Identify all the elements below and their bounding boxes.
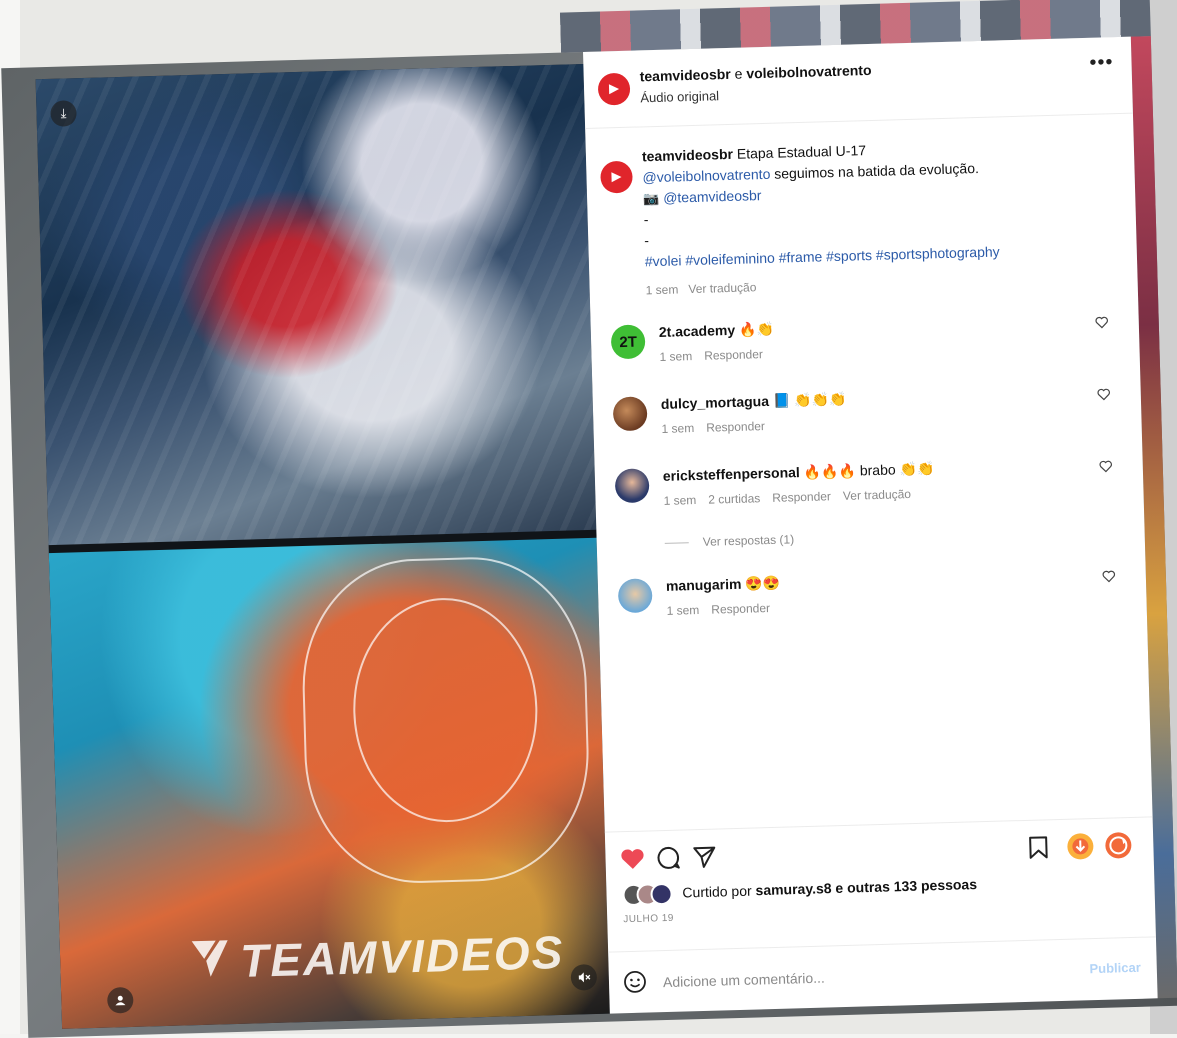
comment: ericksteffenpersonal 🔥🔥🔥 brabo 👏👏 1 sem 2… — [607, 453, 1128, 527]
more-options-icon[interactable]: ••• — [1089, 51, 1114, 75]
comment: dulcy_mortagua 📘 👏👏👏 1 sem Responder — [605, 381, 1126, 455]
caption-author[interactable]: teamvideosbr — [642, 146, 733, 165]
caption-title: Etapa Estadual U-17 — [736, 142, 867, 162]
author-username[interactable]: teamvideosbr — [639, 66, 730, 85]
teamvideos-logo-icon — [608, 84, 620, 95]
commenter-avatar[interactable] — [617, 578, 653, 614]
replies-dash — [664, 542, 689, 545]
comment-time: 1 sem — [663, 493, 697, 508]
post-media[interactable]: TEAMVIDEOS ⤓ — [35, 63, 610, 1029]
comment-meta: 1 sem Responder — [666, 601, 782, 618]
translate-link[interactable]: Ver tradução — [688, 280, 756, 296]
comment-username[interactable]: dulcy_mortagua — [661, 393, 770, 412]
like-comment-heart-icon[interactable] — [1097, 387, 1111, 401]
comment-body: dulcy_mortagua 📘 👏👏👏 — [661, 391, 847, 413]
post-side-panel: teamvideosbr e voleibolnovatrento Áudio … — [583, 36, 1158, 1015]
commenter-avatar[interactable] — [612, 396, 648, 432]
caption-text: seguimos na batida da evolução. — [770, 159, 980, 182]
caption-mention[interactable]: @voleibolnovatrento — [642, 166, 770, 186]
share-icon[interactable] — [691, 844, 718, 871]
post-authors: teamvideosbr e voleibolnovatrento — [639, 62, 871, 84]
commenter-avatar[interactable] — [614, 468, 650, 504]
post-header: teamvideosbr e voleibolnovatrento Áudio … — [583, 36, 1133, 129]
comment-likes[interactable]: 2 curtidas — [708, 491, 760, 506]
like-comment-heart-icon[interactable] — [1095, 315, 1109, 329]
comment-meta: 1 sem Responder — [659, 347, 775, 364]
like-comment-heart-icon[interactable] — [1099, 459, 1113, 473]
media-texture — [35, 63, 597, 550]
post-caption: teamvideosbr Etapa Estadual U-17 @voleib… — [642, 134, 1106, 302]
liked-by-others[interactable]: e outras 133 pessoas — [831, 876, 977, 896]
post-actions: Curtido por samuray.s8 e outras 133 pess… — [604, 816, 1156, 953]
publish-button[interactable]: Publicar — [1089, 960, 1141, 976]
comment-body: ericksteffenpersonal 🔥🔥🔥 brabo 👏👏 — [663, 460, 935, 485]
likes-summary: Curtido por samuray.s8 e outras 133 pess… — [622, 874, 977, 907]
comment-text: 🔥🔥🔥 brabo 👏👏 — [803, 460, 935, 480]
comment-text: 🔥👏 — [738, 320, 775, 338]
court-line — [299, 554, 593, 886]
reply-button[interactable]: Responder — [706, 419, 765, 435]
download-extension-icon[interactable] — [1065, 831, 1096, 862]
repost-extension-icon[interactable] — [1103, 830, 1134, 861]
comment: manugarim 😍😍 1 sem Responder — [610, 563, 1131, 637]
comment-meta: 1 sem Responder — [661, 419, 777, 436]
view-replies-button[interactable]: Ver respostas (1) — [664, 532, 795, 550]
liked-by-prefix: Curtido por — [682, 882, 756, 901]
comment-time: 1 sem — [659, 349, 693, 364]
caption-time: 1 sem — [645, 282, 679, 298]
translate-link[interactable]: Ver tradução — [843, 487, 911, 503]
comment-username[interactable]: ericksteffenpersonal — [663, 464, 800, 484]
caption-meta: 1 sem Ver tradução — [645, 267, 1105, 301]
caption-avatar[interactable] — [600, 160, 633, 194]
heart-icon[interactable] — [619, 846, 646, 873]
authors-connector: e — [730, 65, 747, 82]
caption-credit[interactable]: @teamvideosbr — [663, 187, 762, 206]
comment-meta: 1 sem 2 curtidas Responder Ver tradução — [663, 487, 923, 508]
emoji-icon[interactable] — [623, 970, 648, 995]
comment: 2T 2t.academy 🔥👏 1 sem Responder — [603, 309, 1124, 383]
liker-avatar — [650, 882, 673, 906]
comment-time: 1 sem — [666, 602, 700, 618]
comment-username[interactable]: manugarim — [666, 576, 742, 594]
comment-text: 😍😍 — [745, 574, 781, 592]
reply-button[interactable]: Responder — [704, 347, 763, 363]
comment-icon[interactable] — [655, 845, 682, 872]
view-replies-label: Ver respostas (1) — [702, 532, 795, 549]
teamvideos-logo-icon — [191, 940, 228, 977]
like-comment-heart-icon[interactable] — [1102, 569, 1116, 583]
comment-input[interactable] — [660, 955, 1066, 998]
teamvideos-logo-icon — [611, 172, 622, 183]
comment-text: 📘 👏👏👏 — [772, 390, 847, 409]
reply-button[interactable]: Responder — [711, 601, 770, 617]
comment-body: 2t.academy 🔥👏 — [659, 321, 774, 341]
media-watermark: TEAMVIDEOS — [239, 925, 566, 987]
audio-label[interactable]: Áudio original — [640, 88, 719, 105]
commenter-avatar[interactable]: 2T — [610, 324, 646, 360]
comment-body: manugarim 😍😍 — [666, 575, 781, 595]
instagram-post-view: TEAMVIDEOS ⤓ teamvideosbr e voleibolnova… — [0, 0, 1177, 1038]
coauthor-username[interactable]: voleibolnovatrento — [746, 62, 872, 81]
save-bookmark-icon[interactable] — [1025, 834, 1052, 861]
post-date: JULHO 19 — [623, 912, 675, 926]
comment-username[interactable]: 2t.academy — [659, 322, 736, 340]
camera-emoji: 📷 — [642, 190, 660, 207]
comment-time: 1 sem — [661, 421, 695, 436]
reply-button[interactable]: Responder — [772, 489, 831, 505]
liked-by-user[interactable]: samuray.s8 — [755, 880, 831, 898]
author-avatar[interactable] — [597, 72, 631, 106]
